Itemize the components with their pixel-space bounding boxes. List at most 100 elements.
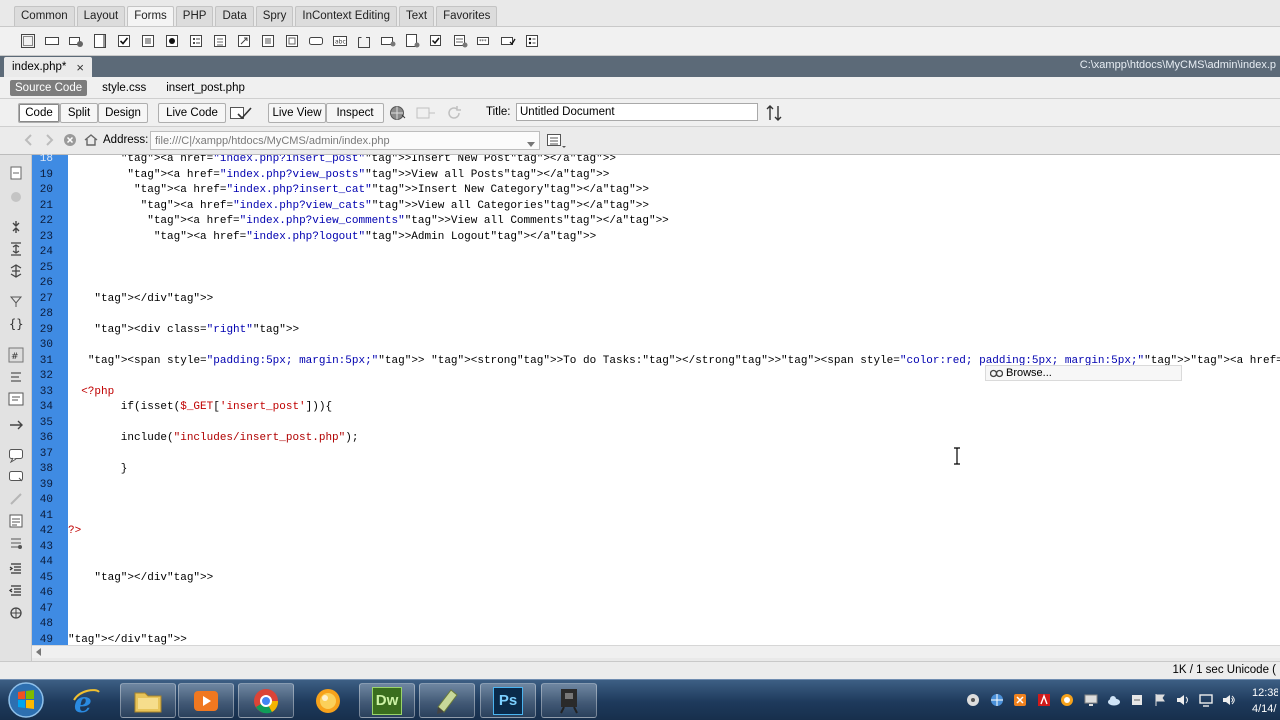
radio-button-icon[interactable] xyxy=(162,31,182,51)
indent-code-icon[interactable] xyxy=(8,561,24,577)
tray-app-icon[interactable] xyxy=(1130,693,1144,707)
internet-explorer-icon[interactable]: e xyxy=(58,683,114,718)
snippets-icon[interactable] xyxy=(8,491,24,507)
spry-password-icon[interactable]: *** xyxy=(474,31,494,51)
tray-network-icon[interactable] xyxy=(990,693,1004,707)
wrap-tag-icon[interactable] xyxy=(8,417,24,433)
tray-volume-icon[interactable] xyxy=(1222,693,1236,707)
textarea-icon[interactable] xyxy=(90,31,110,51)
select-list-icon[interactable] xyxy=(210,31,230,51)
forward-arrow-icon[interactable] xyxy=(42,133,56,147)
radio-group-icon[interactable] xyxy=(186,31,206,51)
file-field-icon[interactable] xyxy=(282,31,302,51)
line-numbers-icon[interactable]: # xyxy=(8,347,24,363)
media-player-icon[interactable] xyxy=(178,683,234,718)
system-clock[interactable]: 12:38 4/14/ xyxy=(1252,685,1278,717)
button-icon[interactable] xyxy=(306,31,326,51)
code-line[interactable]: "tag"><a href="index.php?insert_cat""tag… xyxy=(68,183,649,198)
code-line[interactable]: } xyxy=(68,462,128,477)
stop-icon[interactable] xyxy=(63,133,77,147)
spry-select-icon[interactable] xyxy=(450,31,470,51)
insert-tab-data[interactable]: Data xyxy=(215,6,254,26)
globe-icon[interactable] xyxy=(389,105,407,121)
label-icon[interactable]: abc xyxy=(330,31,350,51)
tray-flag-icon[interactable] xyxy=(1153,693,1167,707)
spry-confirm-icon[interactable] xyxy=(498,31,518,51)
show-code-navigator-icon[interactable] xyxy=(8,189,24,205)
tray-monitor-icon[interactable] xyxy=(1084,693,1098,707)
select-parent-tag-icon[interactable] xyxy=(8,293,24,309)
open-documents-icon[interactable] xyxy=(8,165,24,181)
insert-tab-spry[interactable]: Spry xyxy=(255,6,294,26)
file-management-icon[interactable] xyxy=(764,104,786,122)
insert-tab-layout[interactable]: Layout xyxy=(76,6,126,26)
home-icon[interactable] xyxy=(83,133,99,147)
insert-tab-favorites[interactable]: Favorites xyxy=(436,6,498,26)
format-source-code-icon[interactable] xyxy=(8,605,24,621)
checkbox-group-icon[interactable] xyxy=(138,31,158,51)
collapse-selection-icon[interactable] xyxy=(8,241,24,257)
refresh-icon[interactable] xyxy=(446,105,462,121)
fieldset-icon[interactable] xyxy=(354,31,374,51)
code-line[interactable]: "tag"></div"tag">> xyxy=(68,633,187,646)
hidden-field-icon[interactable] xyxy=(66,31,86,51)
code-line[interactable]: if(isset($_GET['insert_post'])){ xyxy=(68,400,332,415)
image-field-icon[interactable] xyxy=(258,31,278,51)
code-line[interactable]: "tag"></div"tag">> xyxy=(68,292,213,307)
scroll-left-icon[interactable] xyxy=(36,648,42,656)
check-browser-icon[interactable] xyxy=(229,105,253,121)
expand-all-icon[interactable] xyxy=(8,263,24,279)
related-file-source-code[interactable]: Source Code xyxy=(10,79,88,96)
code-line[interactable]: "tag"><a href="index.php?insert_post""ta… xyxy=(68,155,616,167)
live-view-button[interactable]: Live View xyxy=(268,103,326,123)
code-hint-browse[interactable]: Browse... xyxy=(1006,367,1052,379)
insert-tab-php[interactable]: PHP xyxy=(175,6,214,26)
tray-adobe-icon[interactable] xyxy=(1037,693,1051,707)
code-line[interactable]: ?> xyxy=(68,524,81,539)
horizontal-scrollbar[interactable] xyxy=(32,645,1280,658)
close-icon[interactable]: × xyxy=(76,60,84,75)
outdent-code-icon[interactable] xyxy=(8,583,24,599)
vlc-icon[interactable] xyxy=(300,683,356,718)
title-input[interactable] xyxy=(516,103,758,121)
code-view-button[interactable]: Code xyxy=(18,103,60,123)
inspect-button[interactable]: Inspect xyxy=(326,103,384,123)
tray-xampp-icon[interactable] xyxy=(1013,693,1027,707)
recent-snippets-icon[interactable] xyxy=(8,513,24,529)
checkbox-icon[interactable] xyxy=(114,31,134,51)
tray-orange-icon[interactable] xyxy=(1060,693,1074,707)
tray-circle-icon[interactable] xyxy=(966,693,980,707)
split-view-button[interactable]: Split xyxy=(60,103,98,123)
spry-checkbox-icon[interactable] xyxy=(426,31,446,51)
collapse-full-tag-icon[interactable] xyxy=(8,219,24,235)
code-line[interactable]: "tag"><a href="index.php?view_comments""… xyxy=(68,214,669,229)
balance-braces-icon[interactable]: {} xyxy=(8,315,24,331)
photoshop-icon[interactable]: Ps xyxy=(480,683,536,718)
remove-comment-icon[interactable] xyxy=(8,469,24,485)
text-field-icon[interactable] xyxy=(42,31,62,51)
insert-tab-incontext-editing[interactable]: InContext Editing xyxy=(295,6,397,26)
apply-comment-icon[interactable] xyxy=(8,447,24,463)
insert-tab-forms[interactable]: Forms xyxy=(127,6,174,26)
jump-menu-icon[interactable] xyxy=(234,31,254,51)
live-code-button[interactable]: Live Code xyxy=(158,103,226,123)
code-hint-popup[interactable]: Browse... xyxy=(985,365,1182,381)
refresh-design-icon[interactable] xyxy=(415,105,437,121)
syntax-error-alerts-icon[interactable] xyxy=(8,391,24,407)
form-icon[interactable] xyxy=(18,31,38,51)
address-input[interactable] xyxy=(150,131,540,150)
spry-text-field-icon[interactable] xyxy=(378,31,398,51)
start-button[interactable] xyxy=(4,681,48,720)
tray-cloud-icon[interactable] xyxy=(1107,693,1121,707)
tray-display-icon[interactable] xyxy=(1199,693,1213,707)
design-view-button[interactable]: Design xyxy=(98,103,148,123)
insert-tab-text[interactable]: Text xyxy=(398,6,435,26)
chrome-icon[interactable] xyxy=(238,683,294,718)
code-line[interactable]: <?php xyxy=(68,385,114,400)
code-line[interactable]: "tag"><a href="index.php?view_posts""tag… xyxy=(68,168,609,183)
view-options-icon[interactable] xyxy=(546,132,568,150)
tray-speaker-icon[interactable] xyxy=(1176,693,1190,707)
insert-tab-common[interactable]: Common xyxy=(14,6,75,26)
code-editor[interactable]: "tag"><a href="index.php?insert_post""ta… xyxy=(68,155,1280,645)
move-css-icon[interactable] xyxy=(8,535,24,551)
